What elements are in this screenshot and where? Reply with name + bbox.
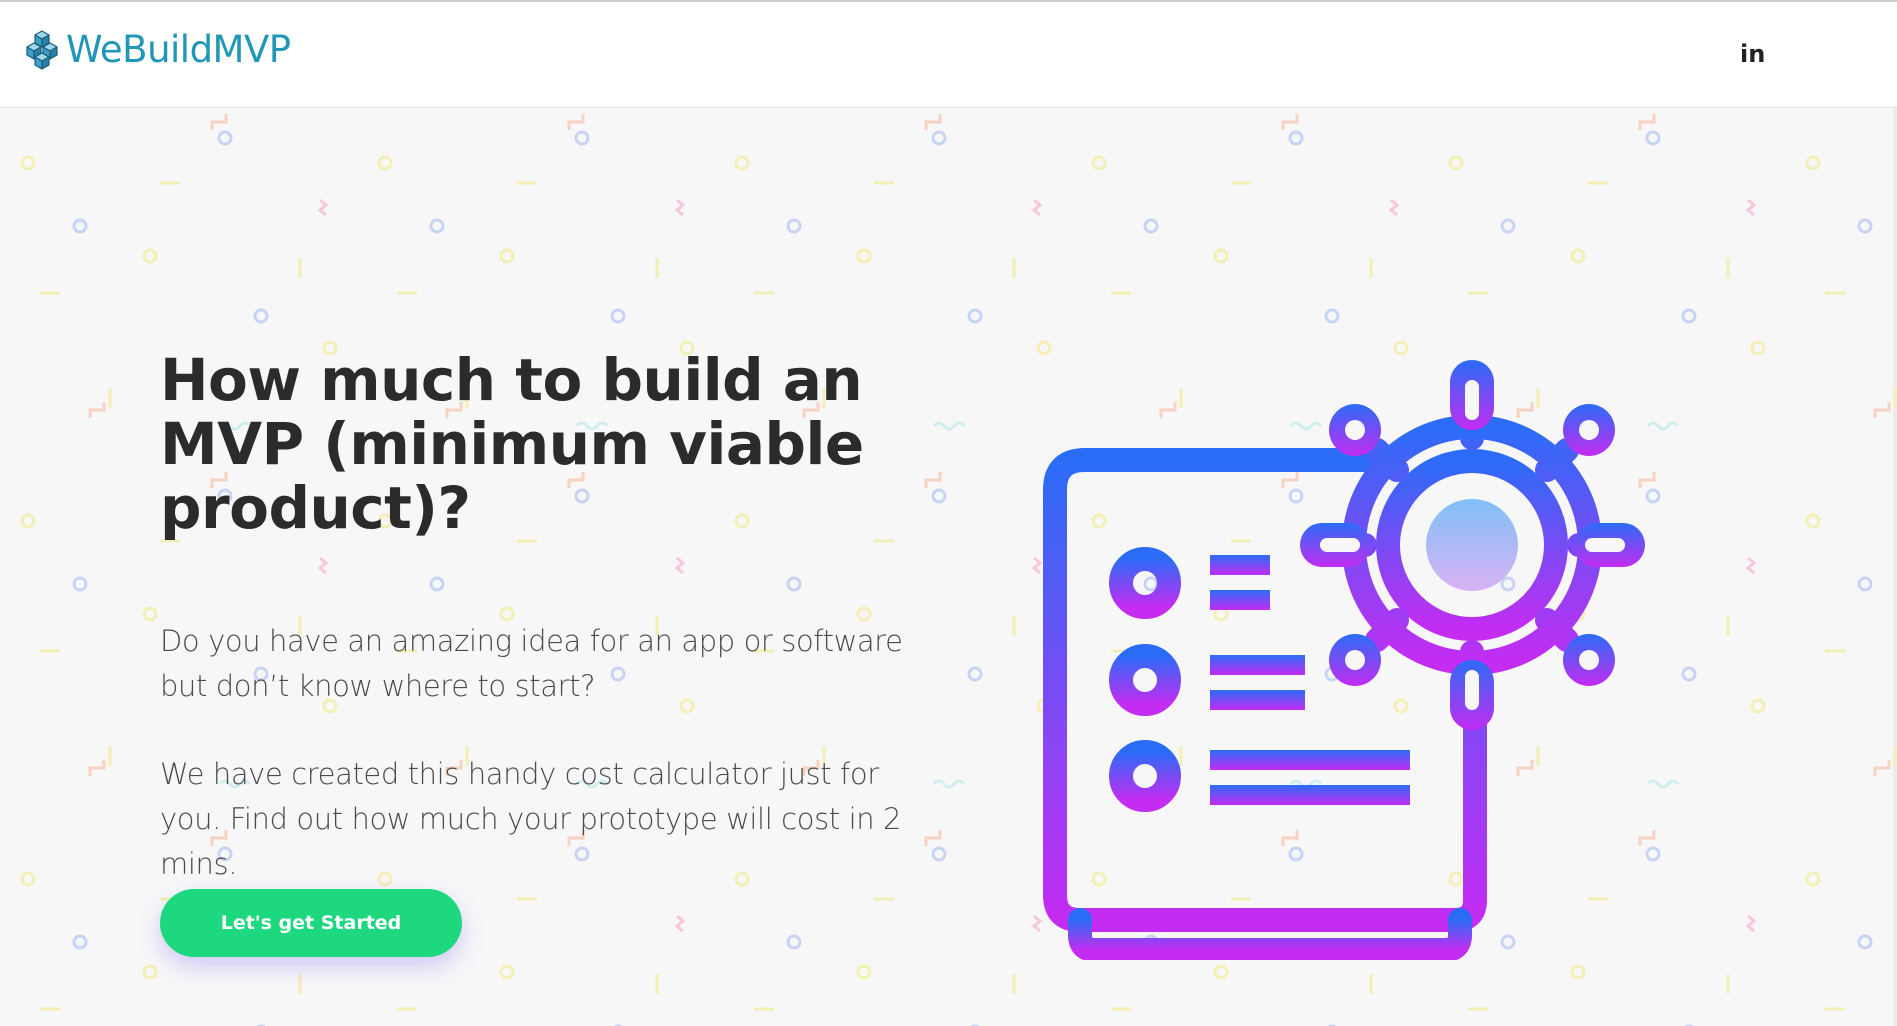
brand-name: WeBuildMVP — [66, 28, 291, 71]
top-navbar: WeBuildMVP in — [0, 0, 1897, 108]
page: WeBuildMVP in How much to build an MVP (… — [0, 0, 1897, 1026]
stacked-cubes-icon — [26, 29, 58, 70]
brand-logo-link[interactable]: WeBuildMVP — [22, 28, 291, 71]
hero-description-text: We have created this handy cost calculat… — [160, 757, 902, 881]
hero-title: How much to build an MVP (minimum viable… — [160, 346, 864, 542]
settings-document-icon — [1043, 360, 1645, 960]
hero-intro-text: Do you have an amazing idea for an app o… — [160, 624, 903, 703]
linkedin-icon[interactable]: in — [1740, 40, 1765, 68]
get-started-button[interactable]: Let's get Started — [160, 889, 462, 957]
